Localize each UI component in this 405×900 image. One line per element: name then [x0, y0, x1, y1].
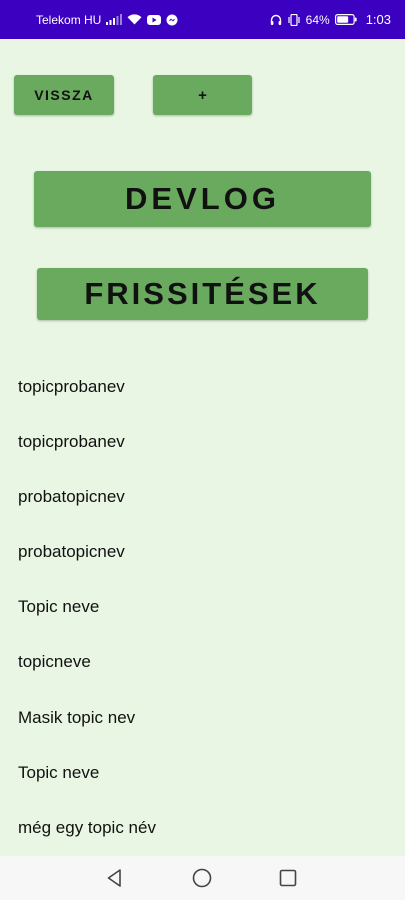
- status-right: 64% 1:03: [270, 12, 391, 27]
- nav-home-icon[interactable]: [172, 856, 232, 900]
- topic-item[interactable]: topicprobanev: [0, 359, 405, 414]
- topic-item[interactable]: Topic neve: [0, 580, 405, 635]
- topic-item[interactable]: Topic neve: [0, 745, 405, 800]
- battery-percent: 64%: [305, 12, 330, 27]
- topic-item[interactable]: még egy topic név: [0, 800, 405, 855]
- battery-icon: [334, 14, 357, 25]
- wifi-icon: [127, 14, 142, 25]
- youtube-icon: [147, 14, 162, 25]
- app-content: VISSZA + DEVLOG FRISSITÉSEK topicprobane…: [0, 39, 405, 856]
- topic-item[interactable]: Masik topic nev: [0, 690, 405, 745]
- add-button[interactable]: +: [153, 75, 252, 115]
- vibrate-icon: [287, 13, 301, 26]
- updates-button[interactable]: FRISSITÉSEK: [37, 268, 368, 320]
- clock-time: 1:03: [365, 12, 391, 27]
- back-button[interactable]: VISSZA: [14, 75, 114, 115]
- topic-item[interactable]: probatopicnev: [0, 469, 405, 524]
- navigation-bar: [0, 856, 405, 900]
- status-left: Telekom HU: [36, 13, 178, 27]
- topic-list: topicprobanev topicprobanev probatopicne…: [0, 359, 405, 856]
- topic-item[interactable]: topicprobanev: [0, 414, 405, 469]
- signal-icon: [106, 14, 123, 25]
- carrier-name: Telekom HU: [36, 12, 102, 27]
- nav-back-icon[interactable]: [85, 856, 145, 900]
- nav-recents-icon[interactable]: [258, 856, 318, 900]
- status-bar: Telekom HU 64% 1:03: [0, 0, 405, 39]
- topic-item[interactable]: topicneve: [0, 635, 405, 690]
- devlog-button[interactable]: DEVLOG: [34, 171, 371, 227]
- headset-icon: [270, 14, 282, 26]
- topic-item[interactable]: probatopicnev: [0, 524, 405, 579]
- messenger-icon: [166, 14, 178, 26]
